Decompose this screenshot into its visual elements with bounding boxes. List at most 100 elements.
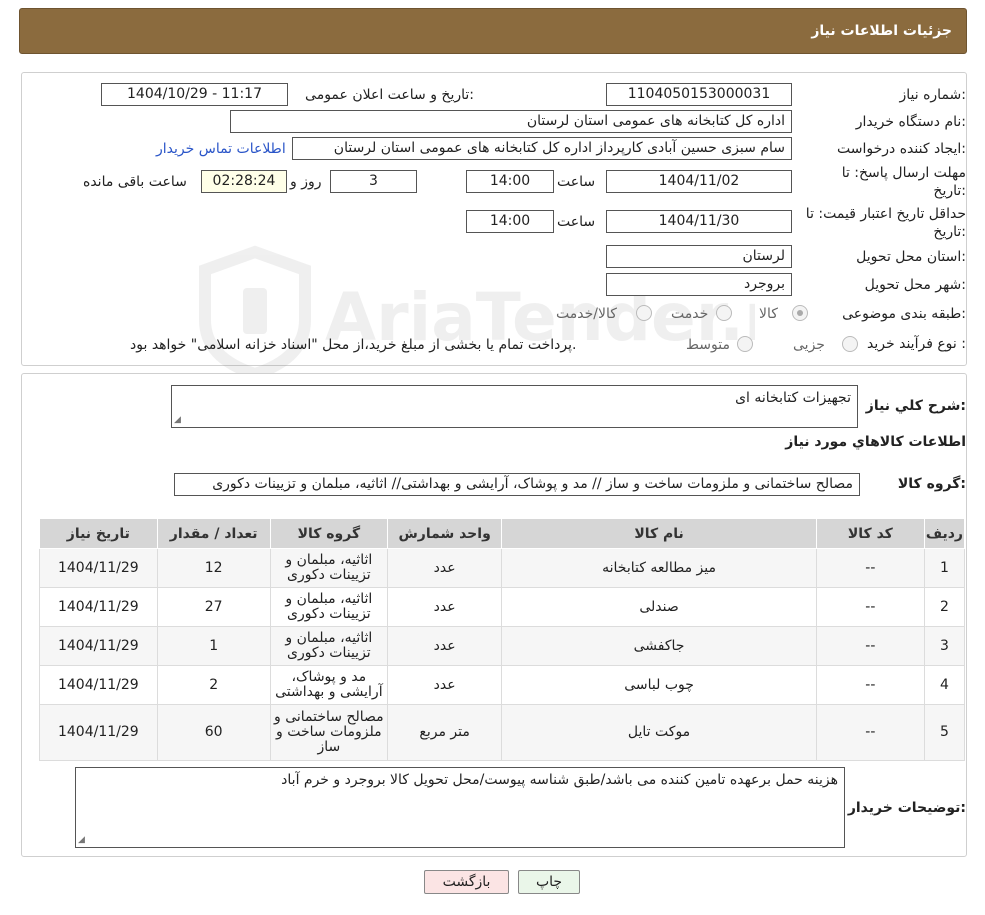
goods-group-field: مصالح ساختمانی و ملزومات ساخت و ساز // م… bbox=[174, 473, 860, 496]
cell-item-code: -- bbox=[815, 665, 925, 705]
price-validity-label: حداقل تاریخ اعتبار قیمت: تا bbox=[805, 206, 966, 222]
col-item-name: نام کالا bbox=[501, 518, 817, 549]
deadline-time-field: 14:00 bbox=[466, 170, 554, 193]
price-validity-label-date: تاریخ: bbox=[933, 224, 966, 240]
cell-item-name: جاکفشی bbox=[501, 626, 817, 666]
cell-quantity: 12 bbox=[156, 548, 271, 588]
cell-row-number: 2 bbox=[923, 587, 966, 627]
cell-unit: عدد bbox=[386, 548, 503, 588]
cell-need-date: 1404/11/29 bbox=[39, 548, 158, 588]
cell-goods-group: اثاثیه، مبلمان و تزیینات دکوری bbox=[269, 548, 388, 588]
process-radio-medium[interactable] bbox=[737, 336, 753, 352]
cell-goods-group: مد و پوشاک، آرایشی و بهداشتی bbox=[269, 665, 388, 705]
days-remaining-field: 3 bbox=[330, 170, 417, 193]
cell-need-date: 1404/11/29 bbox=[39, 587, 158, 627]
summary-text: تجهیزات کتابخانه ای bbox=[735, 390, 851, 406]
cell-need-date: 1404/11/29 bbox=[39, 665, 158, 705]
days-label: روز و bbox=[290, 174, 322, 190]
col-row-number: ردیف bbox=[923, 518, 966, 549]
back-button[interactable]: بازگشت bbox=[424, 870, 509, 894]
cell-quantity: 27 bbox=[156, 587, 271, 627]
province-field: لرستان bbox=[606, 245, 792, 268]
resize-grip-icon[interactable]: ◢ bbox=[174, 415, 181, 425]
col-unit: واحد شمارش bbox=[386, 518, 503, 549]
cell-unit: عدد bbox=[386, 587, 503, 627]
col-item-code: کد کالا bbox=[815, 518, 925, 549]
table-row: 4 -- چوب لباسی عدد مد و پوشاک، آرایشی و … bbox=[39, 665, 966, 705]
cell-row-number: 4 bbox=[923, 665, 966, 705]
buyer-org-label: نام دستگاه خریدار: bbox=[855, 114, 966, 130]
category-radio-goods-service[interactable] bbox=[636, 305, 652, 321]
table-header-row: ردیف کد کالا نام کالا واحد شمارش گروه کا… bbox=[39, 518, 966, 549]
buyer-org-field: اداره کل کتابخانه های عمومی استان لرستان bbox=[230, 110, 792, 133]
print-button[interactable]: چاپ bbox=[518, 870, 580, 894]
resize-grip-icon[interactable]: ◢ bbox=[78, 835, 85, 845]
page-title: جزئیات اطلاعات نیاز bbox=[811, 23, 952, 39]
cell-need-date: 1404/11/29 bbox=[39, 626, 158, 666]
time-remaining-field: 02:28:24 bbox=[201, 170, 287, 193]
table-row: 2 -- صندلی عدد اثاثیه، مبلمان و تزیینات … bbox=[39, 587, 966, 627]
creator-label: ایجاد کننده درخواست: bbox=[837, 141, 966, 157]
col-quantity: تعداد / مقدار bbox=[156, 518, 271, 549]
city-label: شهر محل تحویل: bbox=[864, 277, 966, 293]
cell-goods-group: اثاثیه، مبلمان و تزیینات دکوری bbox=[269, 587, 388, 627]
need-number-label: شماره نیاز: bbox=[899, 87, 966, 103]
summary-textarea[interactable]: تجهیزات کتابخانه ای ◢ bbox=[171, 385, 858, 428]
cell-item-code: -- bbox=[815, 587, 925, 627]
cell-quantity: 1 bbox=[156, 626, 271, 666]
cell-unit: عدد bbox=[386, 665, 503, 705]
price-validity-date-field: 1404/11/30 bbox=[606, 210, 792, 233]
cell-need-date: 1404/11/29 bbox=[39, 704, 158, 761]
buyer-notes-label: توضیحات خریدار: bbox=[847, 800, 966, 816]
cell-row-number: 3 bbox=[923, 626, 966, 666]
cell-unit: عدد bbox=[386, 626, 503, 666]
goods-info-title: اطلاعات کالاهاي مورد نیاز bbox=[785, 434, 966, 450]
process-option-minor: جزیی bbox=[793, 337, 825, 353]
page-header: جزئیات اطلاعات نیاز bbox=[19, 8, 967, 54]
need-number-field: 1104050153000031 bbox=[606, 83, 792, 106]
cell-goods-group: مصالح ساختمانی و ملزومات ساخت و ساز bbox=[269, 704, 388, 761]
deadline-date-field: 1404/11/02 bbox=[606, 170, 792, 193]
price-validity-time-label: ساعت bbox=[557, 214, 596, 230]
deadline-label: مهلت ارسال پاسخ: تا bbox=[841, 165, 966, 181]
time-remaining-label: ساعت باقی مانده bbox=[83, 174, 187, 190]
cell-item-name: موکت تایل bbox=[501, 704, 817, 761]
category-option-goods-service: کالا/خدمت bbox=[556, 306, 617, 322]
table-row: 1 -- میز مطالعه کتابخانه عدد اثاثیه، مبل… bbox=[39, 548, 966, 588]
category-radio-goods[interactable] bbox=[792, 305, 808, 321]
category-option-goods: کالا bbox=[759, 306, 778, 322]
buyer-contact-link[interactable]: اطلاعات تماس خریدار bbox=[156, 141, 286, 157]
cell-item-code: -- bbox=[815, 626, 925, 666]
cell-row-number: 1 bbox=[923, 548, 966, 588]
cell-quantity: 60 bbox=[156, 704, 271, 761]
process-option-medium: متوسط bbox=[686, 337, 730, 353]
cell-goods-group: اثاثیه، مبلمان و تزیینات دکوری bbox=[269, 626, 388, 666]
col-goods-group: گروه کالا bbox=[269, 518, 388, 549]
goods-group-label: گروه کالا: bbox=[897, 476, 966, 492]
goods-table: ردیف کد کالا نام کالا واحد شمارش گروه کا… bbox=[39, 518, 966, 761]
announce-date-field: 1404/10/29 - 11:17 bbox=[101, 83, 288, 106]
process-radio-minor[interactable] bbox=[842, 336, 858, 352]
col-need-date: تاریخ نیاز bbox=[39, 518, 158, 549]
category-label: طبقه بندی موضوعی: bbox=[842, 306, 966, 322]
summary-label: شرح کلي نیاز: bbox=[865, 398, 966, 414]
city-field: بروجرد bbox=[606, 273, 792, 296]
treasury-payment-note: پرداخت تمام یا بخشی از مبلغ خرید،از محل … bbox=[130, 337, 577, 353]
cell-unit: متر مربع bbox=[386, 704, 503, 761]
cell-quantity: 2 bbox=[156, 665, 271, 705]
cell-item-code: -- bbox=[815, 548, 925, 588]
deadline-time-label: ساعت bbox=[557, 174, 596, 190]
price-validity-time-field: 14:00 bbox=[466, 210, 554, 233]
buyer-notes-text: هزینه حمل برعهده تامین کننده می باشد/طبق… bbox=[281, 772, 838, 788]
province-label: استان محل تحویل: bbox=[856, 249, 966, 265]
category-radio-service[interactable] bbox=[716, 305, 732, 321]
buyer-notes-textarea[interactable]: هزینه حمل برعهده تامین کننده می باشد/طبق… bbox=[75, 767, 845, 848]
process-type-label: نوع فرآیند خرید : bbox=[867, 336, 966, 352]
category-option-service: خدمت bbox=[671, 306, 709, 322]
cell-item-name: صندلی bbox=[501, 587, 817, 627]
table-row: 3 -- جاکفشی عدد اثاثیه، مبلمان و تزیینات… bbox=[39, 626, 966, 666]
cell-item-name: میز مطالعه کتابخانه bbox=[501, 548, 817, 588]
cell-row-number: 5 bbox=[923, 704, 966, 761]
announce-date-label: تاریخ و ساعت اعلان عمومی: bbox=[305, 87, 474, 103]
cell-item-code: -- bbox=[815, 704, 925, 761]
